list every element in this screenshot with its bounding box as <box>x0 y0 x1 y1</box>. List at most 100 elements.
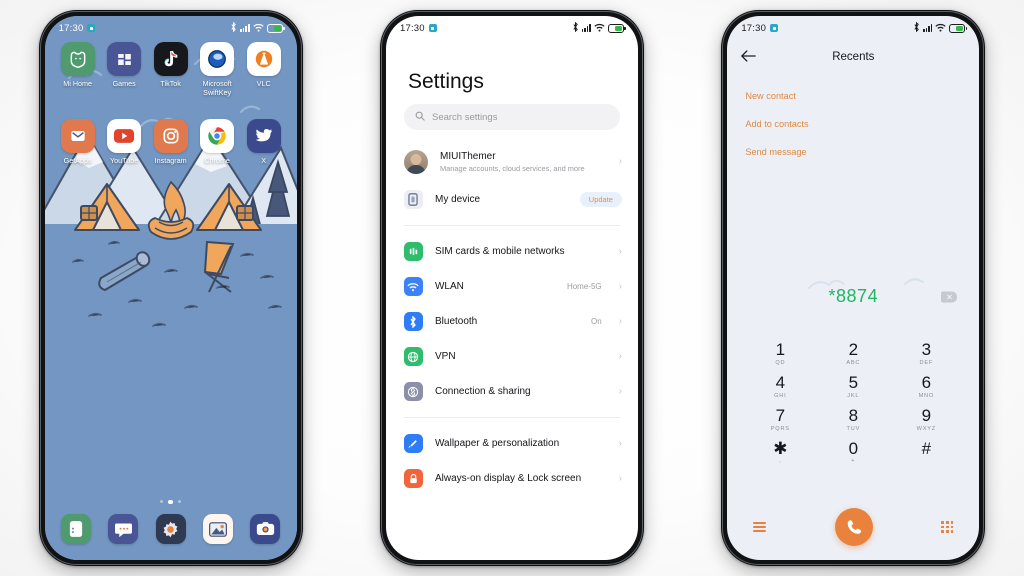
dock-settings-gear-icon[interactable] <box>155 514 186 544</box>
device-label: My device <box>434 194 480 205</box>
app-x-twitter[interactable]: X <box>241 119 287 165</box>
chrome-icon[interactable] <box>200 119 235 153</box>
key-number: 6 <box>921 372 932 392</box>
app-tiktok[interactable]: TikTok <box>148 42 194 97</box>
keypad-grid-icon[interactable] <box>941 520 954 534</box>
app-label: Instagram <box>154 156 187 165</box>
key-hash[interactable]: # <box>895 439 957 465</box>
key-number: 4 <box>775 372 786 392</box>
dock-gallery-icon[interactable] <box>202 514 233 544</box>
settings-item-account[interactable]: MIUIThemer Manage accounts, cloud servic… <box>386 142 638 182</box>
settings-label: Always-on display & Lock screen <box>434 473 582 484</box>
backspace-icon[interactable] <box>941 291 958 302</box>
dock-messages-icon[interactable] <box>108 514 139 544</box>
bluetooth-icon <box>913 21 920 34</box>
settings-item-bluetooth[interactable]: Bluetooth On › <box>386 304 638 339</box>
account-text: MIUIThemer Manage accounts, cloud servic… <box>440 150 607 174</box>
dock <box>45 514 297 560</box>
key-sublabel: ABC <box>846 359 861 366</box>
key-sublabel: TUV <box>846 425 861 432</box>
vlc-icon[interactable] <box>246 42 281 76</box>
key-number: 7 <box>775 405 786 425</box>
app-microsoft-swiftkey[interactable]: Microsoft SwiftKey <box>194 42 240 97</box>
search-input[interactable]: Search settings <box>403 104 620 130</box>
status-time: 17:30 <box>58 22 84 34</box>
dock-phone-icon[interactable] <box>61 514 92 544</box>
app-getapps[interactable]: GetApps <box>55 119 101 165</box>
wifi-icon <box>594 23 605 34</box>
key-sublabel: QD <box>775 359 786 366</box>
settings-item-wallpaper[interactable]: Wallpaper & personalization › <box>386 426 638 461</box>
status-bar-right <box>230 21 285 34</box>
key-1[interactable]: 1 QD <box>749 341 811 366</box>
dock-camera-icon[interactable] <box>250 514 280 544</box>
instagram-icon[interactable] <box>153 119 188 153</box>
settings-item-vpn[interactable]: VPN › <box>386 339 638 374</box>
key-sublabel: , <box>779 458 782 465</box>
screenshot-stage: 17:30 Mi Home Games TikTok Microsoft Swi… <box>0 0 1024 576</box>
app-games[interactable]: Games <box>101 42 147 97</box>
app-label: Mi Home <box>63 79 93 88</box>
settings-item-sim-cards[interactable]: SIM cards & mobile networks › <box>386 234 638 269</box>
send-message-action[interactable]: Send message <box>745 138 961 166</box>
account-subtitle: Manage accounts, cloud services, and mor… <box>439 164 585 174</box>
app-badge-icon <box>87 24 96 32</box>
signal-icon <box>922 24 933 32</box>
dialer-status-bar: 17:30 <box>727 16 979 40</box>
youtube-icon[interactable] <box>107 119 142 153</box>
key-0[interactable]: 0 + <box>822 439 884 464</box>
key-star[interactable]: ✱ , <box>749 439 811 465</box>
key-4[interactable]: 4 GHI <box>749 372 811 398</box>
settings-item-my-device[interactable]: My device Update <box>386 182 638 217</box>
app-youtube[interactable]: YouTube <box>101 119 147 165</box>
key-number: 1 <box>775 340 786 359</box>
search-icon <box>415 108 425 126</box>
page-dot-1[interactable] <box>159 499 164 503</box>
status-time: 17:30 <box>741 22 767 34</box>
games-icon[interactable] <box>107 42 142 76</box>
page-dot-2-active[interactable] <box>168 499 173 504</box>
settings-item-always-on-display[interactable]: Always-on display & Lock screen › <box>386 461 638 496</box>
call-button-icon[interactable] <box>834 508 873 546</box>
settings-label: SIM cards & mobile networks <box>434 246 565 257</box>
key-3[interactable]: 3 DEF <box>895 341 957 366</box>
wifi-icon <box>403 277 423 296</box>
settings-screen-display: 17:30 Settings Search settings MIUITheme… <box>385 16 638 560</box>
device-icon <box>403 190 423 209</box>
keypad-row-3: 7 PQRS 8 TUV 9 WXYZ <box>749 405 957 432</box>
key-5[interactable]: 5 JKL <box>822 373 884 398</box>
key-number: 2 <box>848 340 859 359</box>
settings-value: On <box>590 317 602 326</box>
key-6[interactable]: 6 MNO <box>895 372 957 398</box>
dialed-number[interactable]: *8874 <box>829 286 879 307</box>
update-badge[interactable]: Update <box>579 192 622 207</box>
mi-home-icon[interactable] <box>60 42 95 76</box>
status-bar-right <box>572 21 626 34</box>
home-screen: 17:30 Mi Home Games TikTok Microsoft Swi… <box>44 16 297 560</box>
section-divider <box>403 417 620 418</box>
key-2[interactable]: 2 ABC <box>822 341 884 366</box>
dialer-top: Recents New contact Add to contacts Send… <box>727 40 979 166</box>
dialer-actions: New contact Add to contacts Send message <box>727 74 979 166</box>
key-8[interactable]: 8 TUV <box>822 405 884 432</box>
tiktok-icon[interactable] <box>153 42 188 76</box>
app-mi-home[interactable]: Mi Home <box>55 42 101 97</box>
app-vlc[interactable]: VLC <box>241 42 287 97</box>
add-to-contacts-action[interactable]: Add to contacts <box>745 110 961 138</box>
settings-item-connection-sharing[interactable]: Connection & sharing › <box>386 374 638 409</box>
page-dot-3[interactable] <box>177 499 182 503</box>
swiftkey-icon[interactable] <box>200 42 235 76</box>
key-7[interactable]: 7 PQRS <box>749 405 811 431</box>
x-twitter-icon[interactable] <box>246 119 281 153</box>
app-instagram[interactable]: Instagram <box>148 119 194 165</box>
key-9[interactable]: 9 WXYZ <box>895 406 957 431</box>
app-label: Chrome <box>204 156 230 165</box>
settings-item-wlan[interactable]: WLAN Home-5G › <box>386 269 638 304</box>
page-indicator <box>45 499 297 504</box>
settings-scroll-area[interactable]: Settings Search settings MIUIThemer Mana… <box>386 40 638 560</box>
getapps-icon[interactable] <box>60 119 95 153</box>
key-number: 8 <box>848 405 859 425</box>
app-chrome[interactable]: Chrome <box>194 119 240 165</box>
menu-hamburger-icon[interactable] <box>753 522 767 532</box>
new-contact-action[interactable]: New contact <box>745 82 961 110</box>
